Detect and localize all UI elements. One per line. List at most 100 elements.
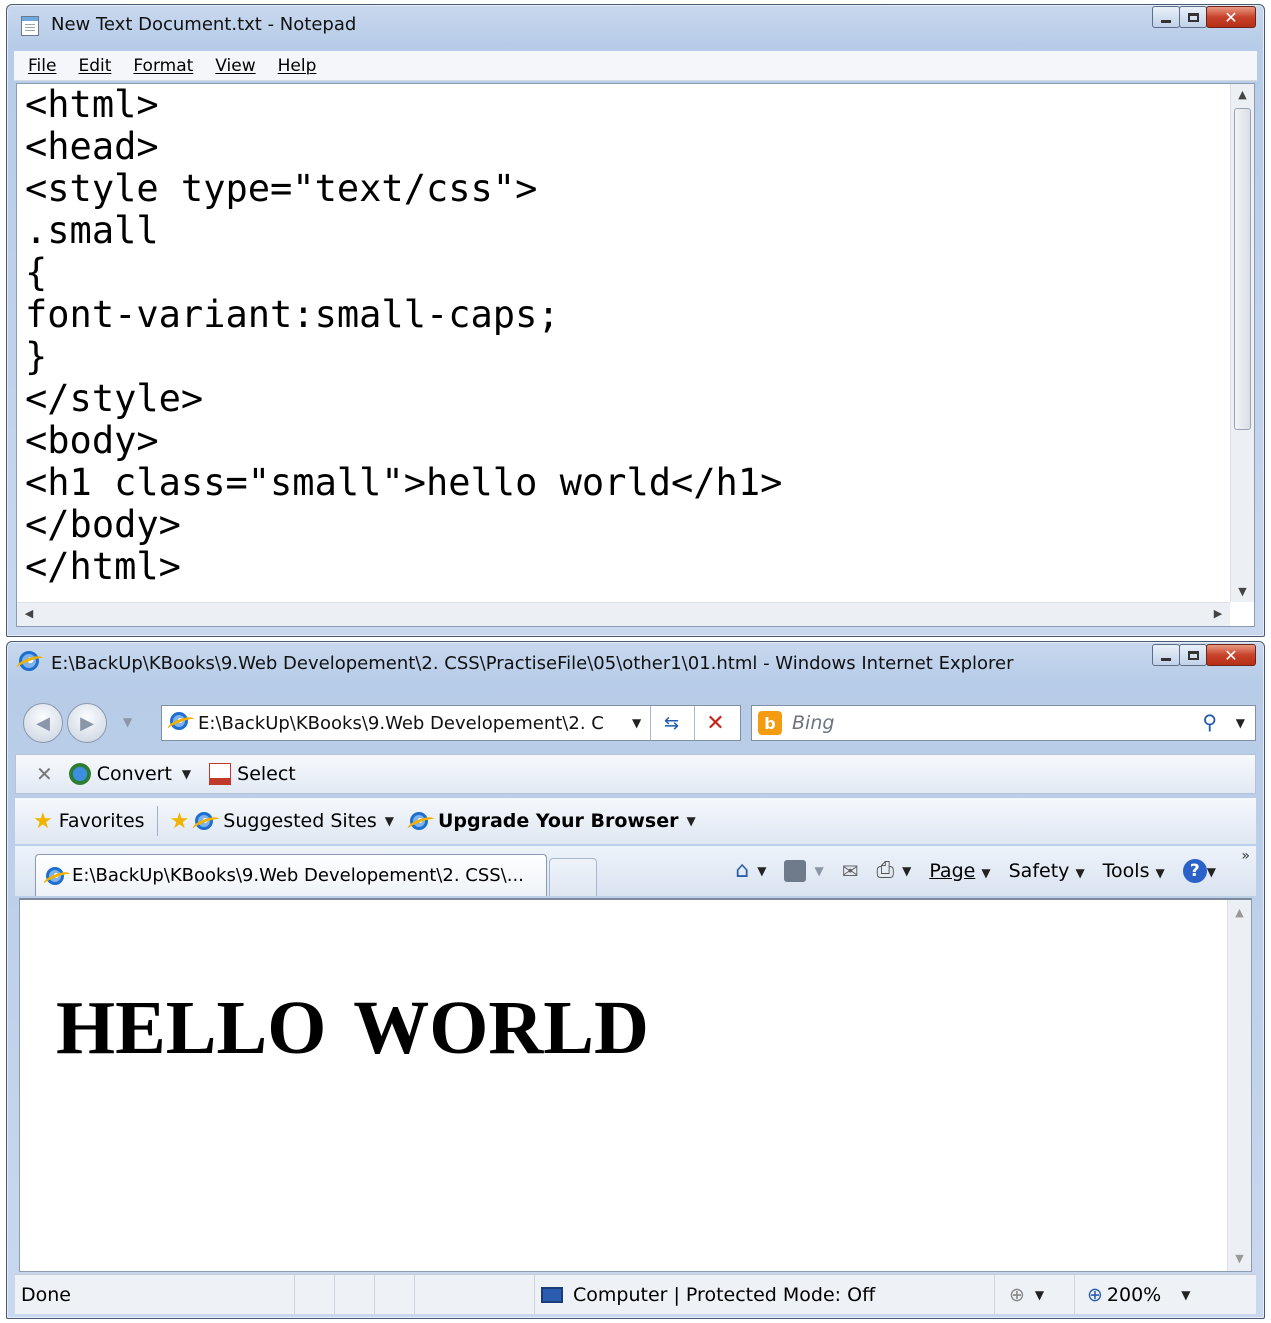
print-icon[interactable]: ⎙ — [876, 858, 894, 883]
tab-title: E:\BackUp\KBooks\9.Web Developement\2. C… — [72, 865, 524, 886]
minimize-icon — [1161, 19, 1171, 23]
maximize-button[interactable] — [1179, 644, 1207, 666]
help-menu[interactable]: ? ▼ — [1182, 858, 1216, 883]
navigation-bar: ◀ ▶ ▼ E:\BackUp\KBooks\9.Web Developemen… — [15, 697, 1256, 747]
search-options-icon[interactable]: ▼ — [1236, 716, 1245, 730]
zoom-control[interactable]: ⊕ 200% ▼ — [1075, 1275, 1205, 1314]
suggested-sites-link[interactable]: Suggested Sites — [223, 810, 376, 832]
notepad-menubar: File Edit Format View Help — [14, 51, 1257, 81]
close-toolbar-icon[interactable]: ✕ — [36, 762, 53, 786]
stop-icon[interactable]: ✕ — [694, 706, 736, 740]
suggested-sites-dropdown-icon[interactable]: ▼ — [385, 814, 394, 828]
print-dropdown-icon[interactable]: ▼ — [902, 864, 911, 878]
mail-icon[interactable]: ✉ — [842, 859, 859, 883]
menu-view[interactable]: View — [215, 56, 255, 76]
home-icon[interactable]: ⌂ — [735, 858, 749, 883]
convert-icon — [68, 763, 91, 785]
menu-help[interactable]: Help — [278, 56, 317, 76]
notepad-titlebar[interactable]: New Text Document.txt - Notepad ✕ — [7, 5, 1264, 45]
help-dropdown-icon: ▼ — [1206, 864, 1216, 879]
code-line: <body> — [25, 419, 159, 462]
ie-logo-icon — [19, 651, 39, 671]
menu-format[interactable]: Format — [133, 56, 193, 76]
forward-button[interactable]: ▶ — [67, 703, 107, 743]
notepad-text-area[interactable]: <html> <head> <style type="text/css"> .smal… — [16, 83, 1255, 627]
back-button[interactable]: ◀ — [23, 703, 63, 743]
code-line: </html> — [25, 545, 181, 588]
recent-pages-chevron-icon[interactable]: ▼ — [123, 715, 132, 729]
convert-button[interactable]: Convert — [97, 763, 172, 785]
command-bar: E:\BackUp\KBooks\9.Web Developement\2. C… — [15, 846, 1256, 896]
tools-menu-label: Tools — [1102, 859, 1150, 882]
status-text: Done — [15, 1275, 295, 1314]
code-line: </style> — [25, 377, 204, 420]
home-dropdown-icon[interactable]: ▼ — [757, 864, 766, 878]
bing-icon: b — [758, 711, 782, 735]
horizontal-scrollbar[interactable]: ◀ ▶ — [17, 602, 1230, 626]
code-line: </body> — [25, 503, 181, 546]
minimize-button[interactable] — [1152, 6, 1180, 28]
safety-menu[interactable]: Safety ▼ — [1009, 860, 1085, 882]
minimize-button[interactable] — [1152, 644, 1180, 666]
search-box[interactable]: b Bing ⚲ ▼ — [751, 705, 1256, 741]
favorites-separator — [156, 806, 158, 836]
add-ons-status[interactable]: ⊕ ▼ — [995, 1275, 1075, 1314]
zoom-level: 200% — [1106, 1283, 1162, 1306]
upgrade-browser-icon — [409, 812, 428, 830]
add-favorite-icon[interactable]: ★ — [170, 809, 190, 834]
vertical-scrollbar[interactable]: ▲ ▼ — [1230, 84, 1254, 602]
page-scroll-up-icon[interactable]: ▲ — [1228, 906, 1251, 919]
maximize-button[interactable] — [1179, 6, 1207, 28]
new-tab-button[interactable] — [549, 858, 597, 896]
upgrade-browser-link[interactable]: Upgrade Your Browser — [438, 810, 679, 832]
security-zone[interactable]: Computer | Protected Mode: Off — [535, 1275, 995, 1314]
code-line: <style type="text/css"> — [25, 167, 538, 210]
code-line: { — [25, 251, 48, 294]
tools-menu[interactable]: Tools ▼ — [1103, 860, 1165, 882]
scroll-left-icon[interactable]: ◀ — [19, 607, 39, 620]
code-text: <html> <head> <style type="text/css"> .smal… — [25, 84, 782, 588]
favorites-button[interactable]: Favorites — [59, 810, 145, 832]
menu-edit[interactable]: Edit — [78, 56, 111, 76]
select-button[interactable]: Select — [237, 763, 296, 785]
pdf-select-icon — [209, 763, 232, 785]
status-cell — [335, 1275, 375, 1314]
search-input[interactable]: Bing — [792, 712, 834, 734]
page-dropdown-icon: ▼ — [981, 865, 991, 880]
menu-file[interactable]: File — [28, 56, 56, 76]
page-vertical-scrollbar[interactable]: ▲ ▼ — [1227, 900, 1251, 1271]
addon-toolbar: ✕ Convert ▼ Select — [15, 754, 1256, 794]
safety-menu-label: Safety — [1008, 859, 1070, 882]
notepad-title: New Text Document.txt - Notepad — [51, 14, 357, 35]
feeds-dropdown-icon[interactable]: ▼ — [814, 864, 823, 878]
ie-titlebar[interactable]: E:\BackUp\KBooks\9.Web Developement\2. C… — [7, 642, 1264, 682]
more-commands-icon[interactable]: » — [1241, 848, 1250, 864]
scroll-down-icon[interactable]: ▼ — [1231, 585, 1254, 598]
page-scroll-down-icon[interactable]: ▼ — [1228, 1252, 1251, 1265]
scroll-right-icon[interactable]: ▶ — [1208, 607, 1228, 620]
favorites-bar: ★ Favorites ★ Suggested Sites ▼ Upgrade … — [15, 798, 1256, 844]
address-dropdown-icon[interactable]: ▼ — [632, 716, 641, 730]
status-done: Done — [21, 1283, 71, 1306]
status-bar: Done Computer | Protected Mode: Off ⊕ ▼ … — [15, 1274, 1256, 1314]
convert-dropdown-icon[interactable]: ▼ — [182, 767, 191, 781]
browser-tab[interactable]: E:\BackUp\KBooks\9.Web Developement\2. C… — [35, 854, 547, 896]
page-menu[interactable]: Page ▼ — [929, 860, 990, 882]
scroll-up-icon[interactable]: ▲ — [1231, 88, 1254, 101]
computer-icon — [541, 1286, 563, 1303]
code-line: <head> — [25, 125, 159, 168]
close-button[interactable]: ✕ — [1206, 644, 1256, 666]
status-cell — [415, 1275, 535, 1314]
suggested-sites-icon — [195, 812, 214, 830]
upgrade-browser-dropdown-icon[interactable]: ▼ — [687, 814, 696, 828]
feeds-icon[interactable] — [784, 859, 807, 882]
refresh-icon[interactable]: ⇆ — [650, 706, 692, 740]
addons-dropdown-icon: ▼ — [1034, 1287, 1045, 1302]
page-menu-label: Page — [929, 859, 976, 882]
address-bar[interactable]: E:\BackUp\KBooks\9.Web Developement\2. C… — [161, 705, 741, 741]
close-button[interactable]: ✕ — [1206, 6, 1256, 28]
page-heading: hello world — [56, 958, 649, 1077]
address-input[interactable]: E:\BackUp\KBooks\9.Web Developement\2. C — [198, 713, 618, 734]
scroll-thumb[interactable] — [1234, 108, 1251, 430]
search-icon[interactable]: ⚲ — [1202, 710, 1217, 734]
